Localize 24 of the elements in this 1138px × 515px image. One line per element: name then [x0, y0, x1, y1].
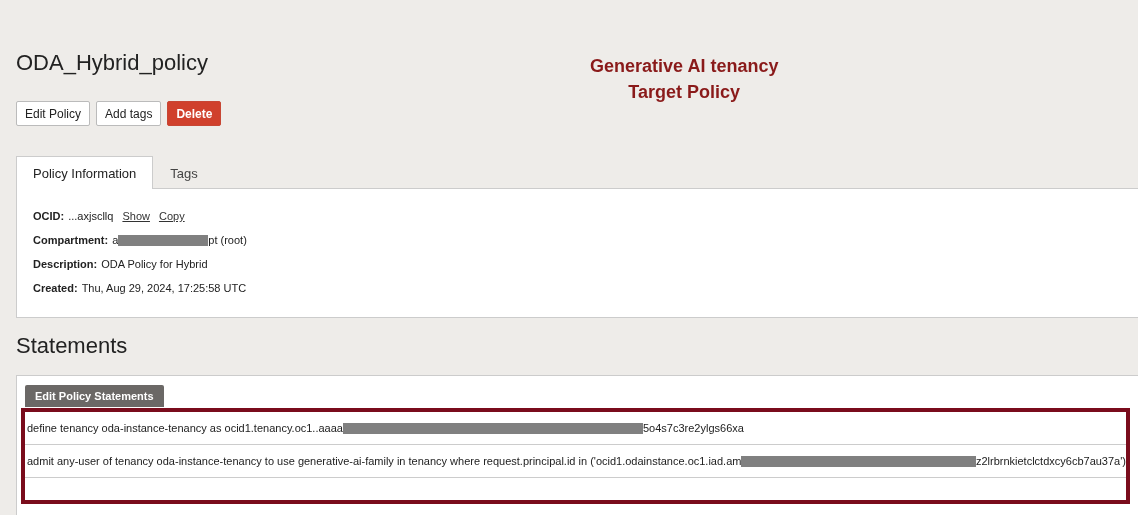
text: define tenancy oda-instance-tenancy as ocid1.tenancy.oc1..aaaa — [27, 422, 343, 434]
field-label: Created: — [33, 282, 78, 294]
annotation-text: Generative AI tenancy — [590, 55, 779, 78]
tab[interactable]: Policy Information — [16, 156, 154, 189]
field-label: Description: — [33, 258, 98, 270]
section-heading: Statements — [16, 333, 129, 359]
text: admit any-user of tenancy oda-instance-tenancy to use generative-ai-family in tenancy where request.principal.id in ('ocid1.odainstance.oc1.iad.am — [27, 455, 742, 467]
delete-button[interactable]: Delete — [167, 101, 222, 126]
text: 5o4s7c3re2ylgs66xa — [642, 422, 744, 434]
text: ODA Policy for Hybrid — [101, 258, 208, 270]
tab[interactable]: Tags — [153, 156, 215, 189]
link[interactable]: Show — [122, 210, 150, 222]
field-label: Compartment: — [33, 234, 109, 246]
text: z2lrbrnkietclctdxcy6cb7au37a') — [975, 455, 1126, 467]
action-button[interactable]: Edit Policy — [16, 101, 91, 126]
field-label: OCID: — [33, 210, 65, 222]
text: Thu, Aug 29, 2024, 17:25:58 UTC — [81, 282, 247, 294]
text: ...axjscllq — [68, 210, 114, 222]
edit-statements-button[interactable]: Edit Policy Statements — [25, 385, 164, 407]
text: pt (root) — [208, 234, 247, 246]
annotation-text: Target Policy — [627, 81, 742, 104]
link[interactable]: Copy — [158, 210, 185, 222]
action-button[interactable]: Add tags — [96, 101, 162, 126]
text: a — [112, 234, 119, 246]
